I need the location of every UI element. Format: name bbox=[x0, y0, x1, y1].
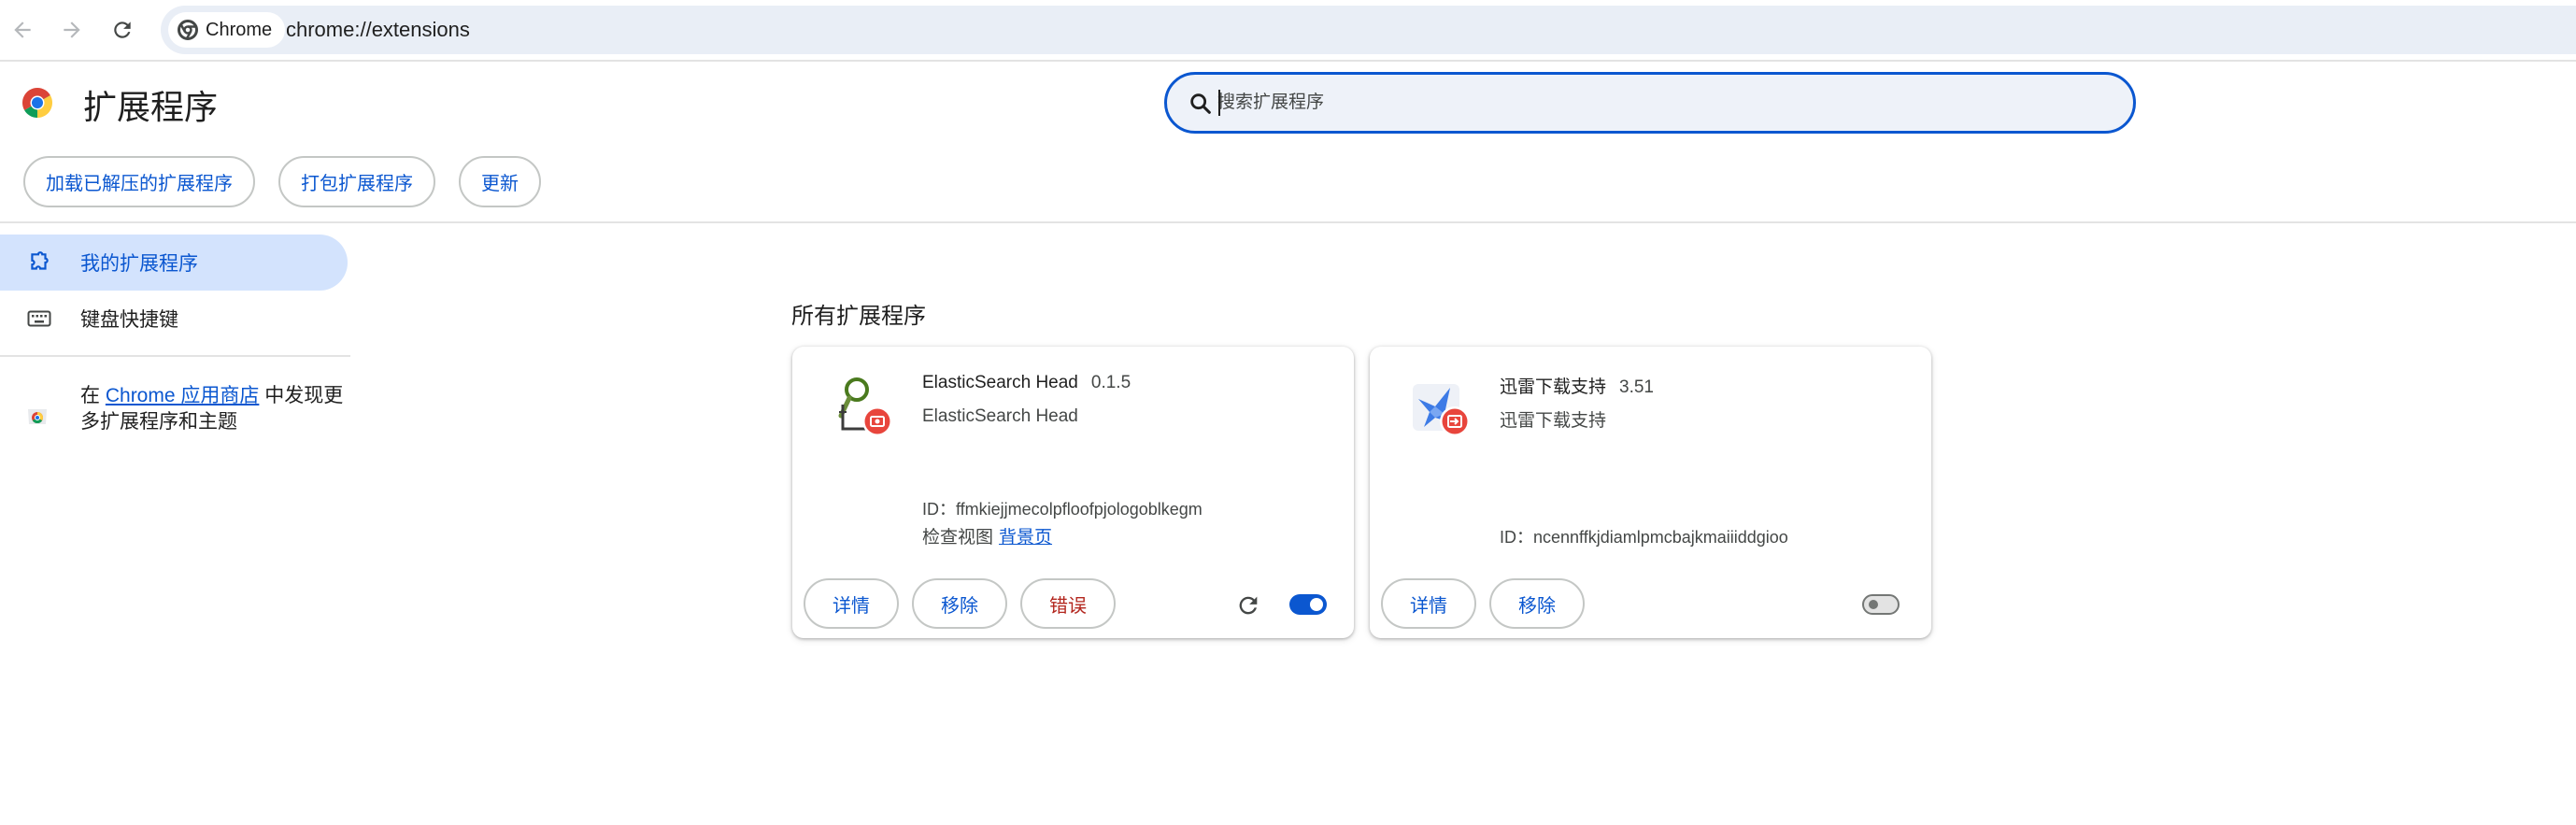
section-title: 所有扩展程序 bbox=[791, 304, 926, 329]
promo-prefix: 在 bbox=[80, 385, 106, 406]
sidebar-item-label: 键盘快捷键 bbox=[80, 309, 178, 331]
reload-page-button[interactable] bbox=[106, 13, 139, 47]
sidebar-item-my-extensions[interactable]: 我的扩展程序 bbox=[0, 235, 348, 291]
extension-name-text: 迅雷下载支持 bbox=[1500, 377, 1607, 397]
extension-card-elasticsearch-head: ElasticSearch Head 0.1.5 ElasticSearch He… bbox=[792, 347, 1354, 638]
search-input[interactable] bbox=[1217, 88, 2058, 118]
enable-toggle[interactable] bbox=[1289, 594, 1327, 615]
inspect-views: 检查视图 背景页 bbox=[922, 523, 1052, 548]
details-button[interactable]: 详情 bbox=[804, 578, 899, 629]
web-store-icon bbox=[28, 409, 47, 424]
load-unpacked-button[interactable]: 加载已解压的扩展程序 bbox=[23, 156, 255, 207]
extension-id: ID：ffmkiejjmecolpfloofpjologoblkegm bbox=[922, 500, 1203, 519]
puzzle-piece-icon bbox=[26, 249, 52, 276]
extension-name: 迅雷下载支持 3.51 bbox=[1500, 373, 1654, 398]
extension-name-text: ElasticSearch Head bbox=[922, 373, 1078, 392]
remove-button[interactable]: 移除 bbox=[912, 578, 1007, 629]
web-store-link[interactable]: Chrome 应用商店 bbox=[106, 385, 260, 406]
xunlei-bird-icon bbox=[1413, 384, 1470, 436]
arrow-right-icon bbox=[64, 21, 80, 38]
back-button[interactable] bbox=[6, 13, 39, 47]
extension-id: ID：ncennffkjdiamlpmcbajkmaiiiddgioo bbox=[1500, 528, 1788, 547]
extension-version: 0.1.5 bbox=[1090, 373, 1131, 392]
update-button[interactable]: 更新 bbox=[459, 156, 541, 207]
extension-description: ElasticSearch Head bbox=[922, 406, 1078, 426]
extension-description: 迅雷下载支持 bbox=[1500, 411, 1607, 431]
chrome-logo-icon bbox=[21, 88, 53, 118]
card-actions: 详情 移除 bbox=[1381, 578, 1585, 629]
elasticsearch-head-icon bbox=[838, 377, 892, 436]
extension-name: ElasticSearch Head 0.1.5 bbox=[922, 373, 1131, 393]
forward-button[interactable] bbox=[55, 13, 89, 47]
errors-button[interactable]: 错误 bbox=[1020, 578, 1116, 629]
search-box[interactable] bbox=[1164, 72, 2136, 134]
reload-icon bbox=[114, 21, 131, 38]
remove-button[interactable]: 移除 bbox=[1489, 578, 1585, 629]
sidebar-item-label: 我的扩展程序 bbox=[80, 253, 198, 275]
keyboard-icon bbox=[26, 306, 52, 332]
site-chip-label: Chrome bbox=[206, 19, 273, 40]
pack-extension-button[interactable]: 打包扩展程序 bbox=[278, 156, 435, 207]
browser-toolbar: Chrome chrome://extensions bbox=[0, 0, 2576, 62]
address-bar[interactable]: Chrome chrome://extensions bbox=[161, 6, 2576, 54]
background-page-link[interactable]: 背景页 bbox=[999, 528, 1052, 548]
card-actions: 详情 移除 错误 bbox=[804, 578, 1116, 629]
sidebar-divider bbox=[0, 355, 350, 357]
details-button[interactable]: 详情 bbox=[1381, 578, 1476, 629]
site-info-chip[interactable]: Chrome bbox=[168, 12, 286, 48]
web-store-promo-text: 在 Chrome 应用商店 中发现更多扩展程序和主题 bbox=[80, 383, 361, 435]
inspect-views-label: 检查视图 bbox=[922, 528, 994, 548]
sidebar-item-keyboard-shortcuts[interactable]: 键盘快捷键 bbox=[0, 291, 348, 347]
enable-toggle[interactable] bbox=[1862, 594, 1900, 615]
reload-extension-icon[interactable] bbox=[1235, 592, 1261, 619]
search-icon bbox=[1190, 93, 1211, 114]
arrow-left-icon bbox=[14, 21, 31, 38]
extension-version: 3.51 bbox=[1619, 377, 1654, 397]
page-title: 扩展程序 bbox=[83, 88, 219, 126]
action-toolbar: 加载已解压的扩展程序 打包扩展程序 更新 bbox=[23, 156, 541, 207]
extension-card-xunlei: 迅雷下载支持 3.51 迅雷下载支持 ID：ncennffkjdiamlpmcba… bbox=[1370, 347, 1931, 638]
text-cursor bbox=[1218, 90, 1220, 116]
header-divider bbox=[0, 221, 2576, 223]
url-text[interactable]: chrome://extensions bbox=[286, 18, 470, 42]
chrome-logo-icon bbox=[178, 20, 198, 40]
